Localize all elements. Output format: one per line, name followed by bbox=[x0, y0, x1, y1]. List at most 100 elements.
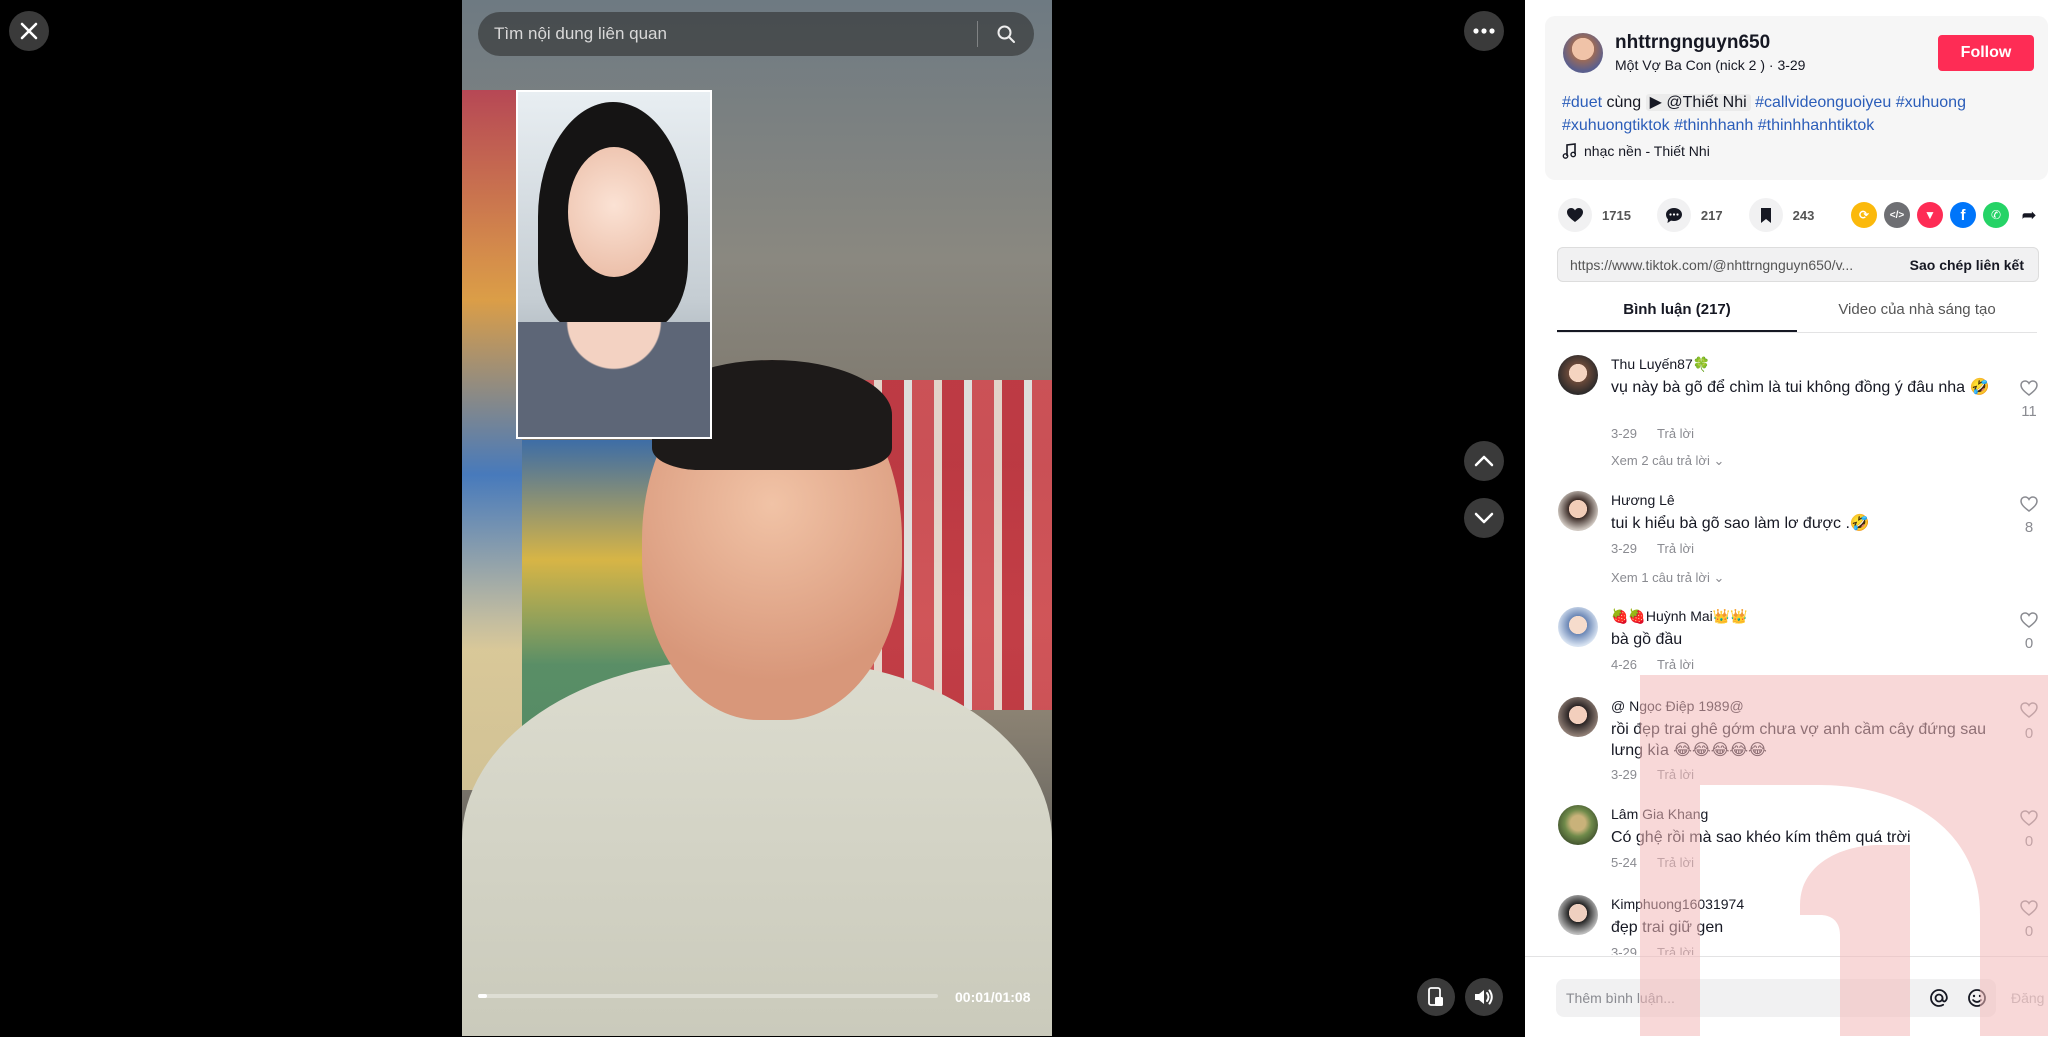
reply-button[interactable]: Trả lời bbox=[1657, 767, 1694, 782]
bookmark-icon bbox=[1760, 207, 1771, 223]
view-replies-label: Xem 1 câu trả lời bbox=[1611, 570, 1710, 585]
volume-button[interactable] bbox=[1465, 978, 1503, 1016]
emoji-button[interactable] bbox=[1958, 988, 1996, 1008]
author-name[interactable]: nhttrngnguyn650 bbox=[1615, 32, 1770, 54]
commenter-avatar[interactable] bbox=[1558, 607, 1598, 647]
chevron-up-icon bbox=[1474, 455, 1494, 467]
comment-like[interactable]: 0 bbox=[2017, 612, 2041, 652]
search-bar[interactable]: Tìm nội dung liên quan bbox=[478, 12, 1034, 56]
comment-like-count: 11 bbox=[2021, 403, 2037, 420]
commenter-name[interactable]: Thu Luyến87🍀 bbox=[1611, 356, 1710, 373]
commenter-name[interactable]: 🍓🍓Huỳnh Mai👑👑 bbox=[1611, 608, 1748, 625]
embed-button[interactable]: </> bbox=[1884, 202, 1910, 228]
close-button[interactable] bbox=[9, 11, 49, 51]
comment-like[interactable]: 11 bbox=[2017, 380, 2041, 420]
duet-inset-video bbox=[516, 90, 712, 439]
comment-like-count: 0 bbox=[2024, 725, 2034, 742]
more-icon bbox=[1473, 28, 1495, 34]
comment-like[interactable]: 8 bbox=[2017, 496, 2041, 536]
view-replies-label: Xem 2 câu trả lời bbox=[1611, 453, 1710, 468]
comment-meta: 4-26 Trả lời bbox=[1611, 657, 1694, 672]
post-comment-button[interactable]: Đăng bbox=[2011, 990, 2044, 1006]
comment-count: 217 bbox=[1700, 207, 1723, 223]
like-stat[interactable]: 1715 bbox=[1558, 198, 1631, 232]
comment-icon bbox=[1665, 207, 1682, 223]
commenter-name[interactable]: Hương Lê bbox=[1611, 492, 1675, 508]
view-replies-button[interactable]: Xem 2 câu trả lời ⌄ bbox=[1611, 453, 1724, 469]
comment-like[interactable]: 0 bbox=[2017, 702, 2041, 742]
commenter-avatar[interactable] bbox=[1558, 895, 1598, 935]
mention-link[interactable]: ▶ @Thiết Nhi bbox=[1645, 94, 1751, 111]
commenter-name[interactable]: Lâm Gia Khang bbox=[1611, 806, 1708, 822]
send-to-friends-button[interactable]: ▼ bbox=[1917, 202, 1943, 228]
comment-input[interactable]: Thêm bình luận... bbox=[1556, 990, 1920, 1006]
heart-icon bbox=[1567, 208, 1583, 222]
comment-stat[interactable]: 217 bbox=[1656, 198, 1723, 232]
view-replies-button[interactable]: Xem 1 câu trả lời ⌄ bbox=[1611, 570, 1724, 586]
volume-icon bbox=[1475, 989, 1493, 1005]
search-icon bbox=[997, 25, 1015, 43]
comment-date: 3-29 bbox=[1611, 426, 1638, 441]
video-stage bbox=[0, 0, 1525, 1036]
heart-outline-icon bbox=[2020, 702, 2038, 718]
comment-date: 3-29 bbox=[1611, 945, 1638, 955]
comment-meta: 3-29 Trả lời bbox=[1611, 767, 1694, 782]
save-stat[interactable]: 243 bbox=[1748, 198, 1814, 232]
reply-button[interactable]: Trả lời bbox=[1657, 855, 1694, 870]
reply-button[interactable]: Trả lời bbox=[1657, 945, 1694, 955]
comment-meta: 3-29 Trả lời bbox=[1611, 426, 1694, 441]
emoji-icon bbox=[1968, 989, 1986, 1007]
tab-creator-videos[interactable]: Video của nhà sáng tạo bbox=[1797, 296, 2037, 332]
video-background-shelf bbox=[462, 90, 522, 790]
commenter-name[interactable]: Kimphuong16031974 bbox=[1611, 896, 1744, 912]
follow-button[interactable]: Follow bbox=[1938, 35, 2034, 71]
hashtag[interactable]: #thinhhanhtiktok bbox=[1758, 117, 1875, 134]
hashtag-duet[interactable]: #duet bbox=[1562, 94, 1602, 111]
video-description: #duet cùng ▶ @Thiết Nhi #callvideonguoiy… bbox=[1562, 91, 2017, 137]
previous-video-button[interactable] bbox=[1464, 441, 1504, 481]
save-button[interactable] bbox=[1748, 198, 1783, 232]
close-icon bbox=[20, 22, 38, 40]
more-share-button[interactable]: ➦ bbox=[2016, 202, 2042, 228]
whatsapp-icon: ✆ bbox=[1990, 208, 2002, 222]
reply-button[interactable]: Trả lời bbox=[1657, 426, 1694, 441]
comment-text: vụ này bà gõ để chìm là tui không đồng ý… bbox=[1611, 379, 1990, 396]
comment-date: 3-29 bbox=[1611, 767, 1638, 782]
comment-meta: 3-29 Trả lời bbox=[1611, 541, 1694, 556]
at-icon bbox=[1930, 989, 1948, 1007]
author-avatar[interactable] bbox=[1563, 33, 1603, 73]
comment-input-box[interactable]: Thêm bình luận... bbox=[1556, 979, 1996, 1017]
commenter-avatar[interactable] bbox=[1558, 355, 1598, 395]
hashtag[interactable]: #xuhuong bbox=[1896, 94, 1966, 111]
search-input[interactable]: Tìm nội dung liên quan bbox=[478, 24, 977, 44]
reply-button[interactable]: Trả lời bbox=[1657, 541, 1694, 556]
next-video-button[interactable] bbox=[1464, 498, 1504, 538]
comment-like[interactable]: 0 bbox=[2017, 900, 2041, 940]
commenter-avatar[interactable] bbox=[1558, 697, 1598, 737]
video-progress-fill bbox=[478, 994, 488, 998]
commenter-avatar[interactable] bbox=[1558, 805, 1598, 845]
music-link[interactable]: nhạc nền - Thiết Nhi bbox=[1562, 143, 1710, 159]
whatsapp-button[interactable]: ✆ bbox=[1983, 202, 2009, 228]
commenter-avatar[interactable] bbox=[1558, 491, 1598, 531]
copy-link-button[interactable]: Sao chép liên kết bbox=[1896, 257, 2038, 273]
like-button[interactable] bbox=[1558, 198, 1592, 232]
tab-comments[interactable]: Bình luận (217) bbox=[1557, 296, 1797, 332]
repost-button[interactable]: ⟳ bbox=[1851, 202, 1877, 228]
comment-like[interactable]: 0 bbox=[2017, 810, 2041, 850]
video-progress-bar[interactable] bbox=[478, 994, 938, 998]
reply-button[interactable]: Trả lời bbox=[1657, 657, 1694, 672]
hashtag[interactable]: #callvideonguoiyeu bbox=[1755, 94, 1891, 111]
facebook-button[interactable]: f bbox=[1950, 202, 1976, 228]
share-url: https://www.tiktok.com/@nhttrngnguyn650/… bbox=[1570, 256, 1854, 273]
comment-date: 4-26 bbox=[1611, 657, 1638, 672]
hashtag[interactable]: #thinhhanh bbox=[1674, 117, 1753, 134]
mention-button[interactable] bbox=[1920, 988, 1958, 1008]
more-options-button[interactable] bbox=[1464, 11, 1504, 51]
comment-button[interactable] bbox=[1656, 198, 1691, 232]
author-subtitle: Một Vợ Ba Con (nick 2 ) · 3-29 bbox=[1615, 57, 1806, 73]
hashtag[interactable]: #xuhuongtiktok bbox=[1562, 117, 1670, 134]
commenter-name[interactable]: @ Ngọc Điệp 1989@ bbox=[1611, 698, 1744, 714]
picture-in-picture-button[interactable] bbox=[1417, 978, 1455, 1016]
search-button[interactable] bbox=[978, 24, 1034, 44]
